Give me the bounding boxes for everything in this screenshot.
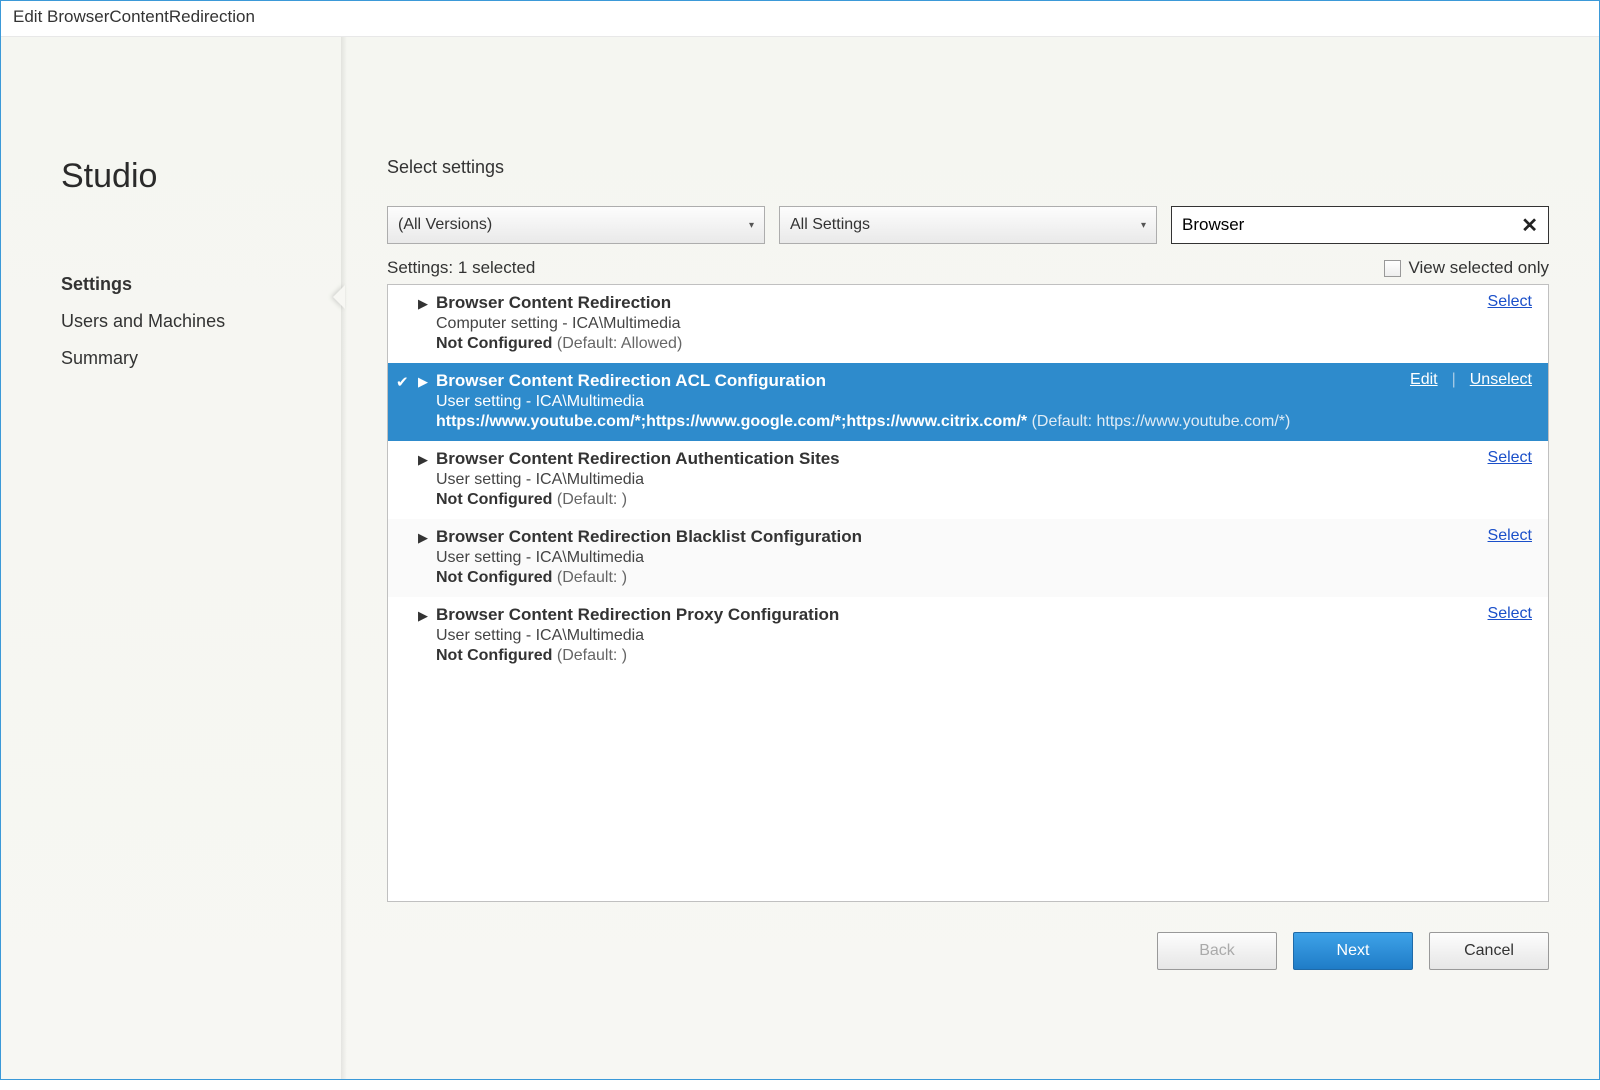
setting-subtitle: User setting - ICA\Multimedia	[436, 471, 1532, 489]
setting-title: Browser Content Redirection ACL Configur…	[436, 371, 1532, 391]
expand-icon[interactable]: ▶	[418, 530, 428, 546]
setting-state: Not Configured (Default: )	[436, 647, 1532, 665]
select-link[interactable]: Select	[1488, 449, 1532, 467]
select-link[interactable]: Select	[1488, 527, 1532, 545]
setting-state: Not Configured (Default: Allowed)	[436, 335, 1532, 353]
setting-default: (Default: https://www.youtube.com/*)	[1032, 413, 1291, 430]
setting-title: Browser Content Redirection Authenticati…	[436, 449, 1532, 469]
sidebar-item-summary[interactable]: Summary	[61, 340, 341, 377]
setting-row[interactable]: ▶ Select Browser Content Redirection Bla…	[388, 519, 1548, 597]
setting-title: Browser Content Redirection Proxy Config…	[436, 605, 1532, 625]
view-selected-only-toggle[interactable]: View selected only	[1384, 258, 1550, 278]
window-title: Edit BrowserContentRedirection	[1, 1, 1599, 37]
setting-row[interactable]: ▶ Select Browser Content Redirection Com…	[388, 285, 1548, 363]
sidebar-nav: Settings Users and Machines Summary	[61, 266, 341, 377]
action-separator: |	[1452, 371, 1456, 389]
sidebar-item-users-machines[interactable]: Users and Machines	[61, 303, 341, 340]
settings-list[interactable]: ▶ Select Browser Content Redirection Com…	[387, 284, 1549, 902]
setting-subtitle: User setting - ICA\Multimedia	[436, 549, 1532, 567]
back-button[interactable]: Back	[1157, 932, 1277, 970]
setting-default: (Default: )	[557, 491, 627, 508]
settings-count-value: 1 selected	[458, 258, 536, 277]
setting-row[interactable]: ▶ Select Browser Content Redirection Aut…	[388, 441, 1548, 519]
setting-subtitle: User setting - ICA\Multimedia	[436, 627, 1532, 645]
setting-state: https://www.youtube.com/*;https://www.go…	[436, 413, 1532, 431]
setting-default: (Default: Allowed)	[557, 335, 682, 352]
footer-buttons: Back Next Cancel	[387, 932, 1549, 970]
setting-default: (Default: )	[557, 647, 627, 664]
clear-search-icon[interactable]: ✕	[1521, 213, 1538, 238]
setting-state-value: Not Configured	[436, 647, 552, 664]
select-link[interactable]: Select	[1488, 605, 1532, 623]
search-box[interactable]: ✕	[1171, 206, 1549, 244]
setting-state-value: Not Configured	[436, 335, 552, 352]
page-heading: Select settings	[387, 157, 1549, 178]
dialog-window: Edit BrowserContentRedirection Studio Se…	[0, 0, 1600, 1080]
unselect-link[interactable]: Unselect	[1470, 371, 1532, 389]
view-selected-only-label: View selected only	[1409, 258, 1550, 278]
sidebar-divider	[341, 37, 347, 1079]
setting-title: Browser Content Redirection	[436, 293, 1532, 313]
brand-title: Studio	[61, 157, 341, 196]
category-filter-value: All Settings	[790, 216, 870, 234]
expand-icon[interactable]: ▶	[418, 296, 428, 312]
setting-subtitle: User setting - ICA\Multimedia	[436, 393, 1532, 411]
category-filter-dropdown[interactable]: All Settings ▾	[779, 206, 1157, 244]
setting-state: Not Configured (Default: )	[436, 491, 1532, 509]
version-filter-value: (All Versions)	[398, 216, 492, 234]
settings-count: Settings: 1 selected	[387, 258, 535, 278]
setting-title: Browser Content Redirection Blacklist Co…	[436, 527, 1532, 547]
setting-row[interactable]: ▶ Select Browser Content Redirection Pro…	[388, 597, 1548, 675]
expand-icon[interactable]: ▶	[418, 452, 428, 468]
setting-state-value: Not Configured	[436, 569, 552, 586]
main-panel: Select settings (All Versions) ▾ All Set…	[347, 37, 1599, 1079]
setting-state-value: https://www.youtube.com/*;https://www.go…	[436, 413, 1027, 430]
settings-count-label: Settings:	[387, 258, 453, 277]
setting-state-value: Not Configured	[436, 491, 552, 508]
setting-row[interactable]: ✔ ▶ Edit | Unselect Browser Content Redi…	[388, 363, 1548, 441]
setting-default: (Default: )	[557, 569, 627, 586]
select-link[interactable]: Select	[1488, 293, 1532, 311]
version-filter-dropdown[interactable]: (All Versions) ▾	[387, 206, 765, 244]
edit-link[interactable]: Edit	[1410, 371, 1438, 389]
setting-state: Not Configured (Default: )	[436, 569, 1532, 587]
sidebar: Studio Settings Users and Machines Summa…	[1, 37, 341, 1079]
sidebar-item-settings[interactable]: Settings	[61, 266, 341, 303]
setting-subtitle: Computer setting - ICA\Multimedia	[436, 315, 1532, 333]
chevron-down-icon: ▾	[749, 220, 754, 231]
search-input[interactable]	[1182, 215, 1521, 235]
expand-icon[interactable]: ▶	[418, 374, 428, 390]
checkbox-icon[interactable]	[1384, 260, 1401, 277]
count-row: Settings: 1 selected View selected only	[387, 258, 1549, 278]
dialog-body: Studio Settings Users and Machines Summa…	[1, 37, 1599, 1079]
check-icon: ✔	[396, 373, 409, 391]
expand-icon[interactable]: ▶	[418, 608, 428, 624]
cancel-button[interactable]: Cancel	[1429, 932, 1549, 970]
next-button[interactable]: Next	[1293, 932, 1413, 970]
chevron-down-icon: ▾	[1141, 220, 1146, 231]
filter-row: (All Versions) ▾ All Settings ▾ ✕	[387, 206, 1549, 244]
